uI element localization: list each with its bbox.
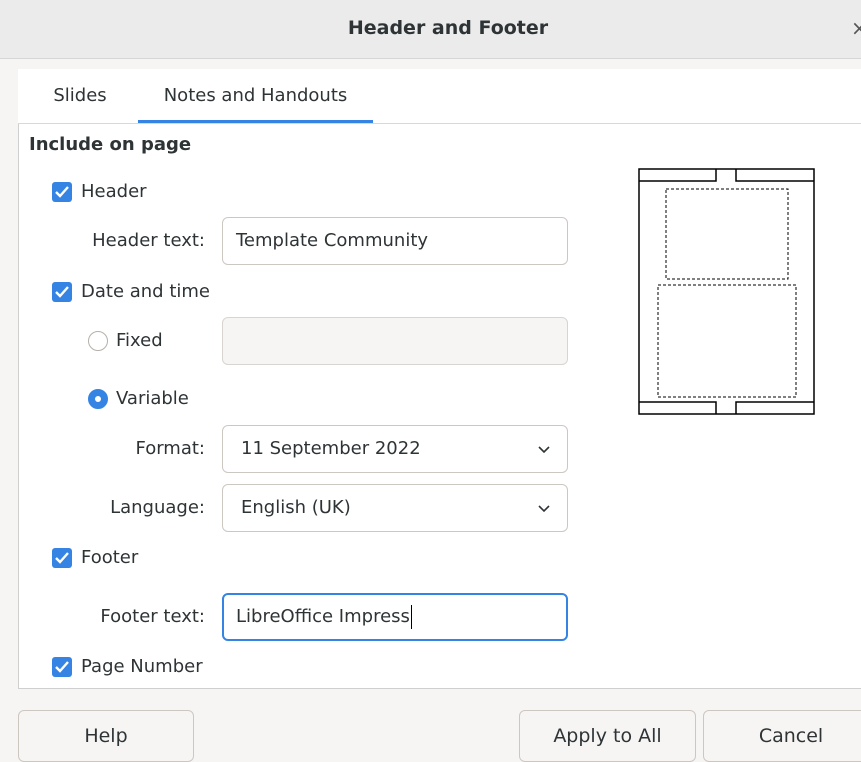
language-label: Language: <box>110 497 205 518</box>
tab-notes-and-handouts[interactable]: Notes and Handouts <box>138 69 373 123</box>
date-time-checkbox-label[interactable]: Date and time <box>81 280 210 304</box>
close-icon[interactable]: × <box>851 14 861 42</box>
language-value: English (UK) <box>241 497 351 518</box>
variable-radio[interactable] <box>88 389 108 409</box>
footer-checkbox-label[interactable]: Footer <box>81 546 138 570</box>
variable-radio-label[interactable]: Variable <box>116 387 189 411</box>
checkmark-icon <box>55 186 69 198</box>
fixed-radio-label[interactable]: Fixed <box>116 329 163 353</box>
checkmark-icon <box>55 661 69 673</box>
dialog-title: Header and Footer <box>347 17 549 39</box>
format-dropdown[interactable]: 11 September 2022 <box>222 425 568 473</box>
page-layout-preview <box>638 168 815 415</box>
checkmark-icon <box>55 552 69 564</box>
chevron-down-icon <box>538 446 550 454</box>
text-caret <box>410 605 412 629</box>
chevron-down-icon <box>538 505 550 513</box>
page-number-checkbox-label[interactable]: Page Number <box>81 655 203 679</box>
header-text-input[interactable]: Template Community <box>222 217 568 265</box>
checkmark-icon <box>55 286 69 298</box>
help-button[interactable]: Help <box>18 710 194 762</box>
tab-strip: Slides Notes and Handouts <box>18 69 861 124</box>
header-text-label: Header text: <box>92 230 205 251</box>
tab-slides[interactable]: Slides <box>40 69 120 121</box>
header-checkbox[interactable] <box>52 182 72 202</box>
fixed-radio[interactable] <box>88 331 108 351</box>
footer-text-label: Footer text: <box>100 606 205 627</box>
footer-checkbox[interactable] <box>52 548 72 568</box>
title-bar: Header and Footer × <box>0 0 861 59</box>
format-value: 11 September 2022 <box>241 438 421 459</box>
fixed-date-input <box>222 317 568 365</box>
section-title: Include on page <box>29 134 192 155</box>
date-time-checkbox[interactable] <box>52 282 72 302</box>
format-label: Format: <box>135 438 206 459</box>
page-number-checkbox[interactable] <box>52 657 72 677</box>
footer-text-value: LibreOffice Impress <box>236 606 410 627</box>
header-checkbox-label[interactable]: Header <box>81 180 147 204</box>
cancel-button[interactable]: Cancel <box>703 710 861 762</box>
apply-to-all-button[interactable]: Apply to All <box>519 710 696 762</box>
footer-text-input[interactable]: LibreOffice Impress <box>222 593 568 641</box>
language-dropdown[interactable]: English (UK) <box>222 484 568 532</box>
